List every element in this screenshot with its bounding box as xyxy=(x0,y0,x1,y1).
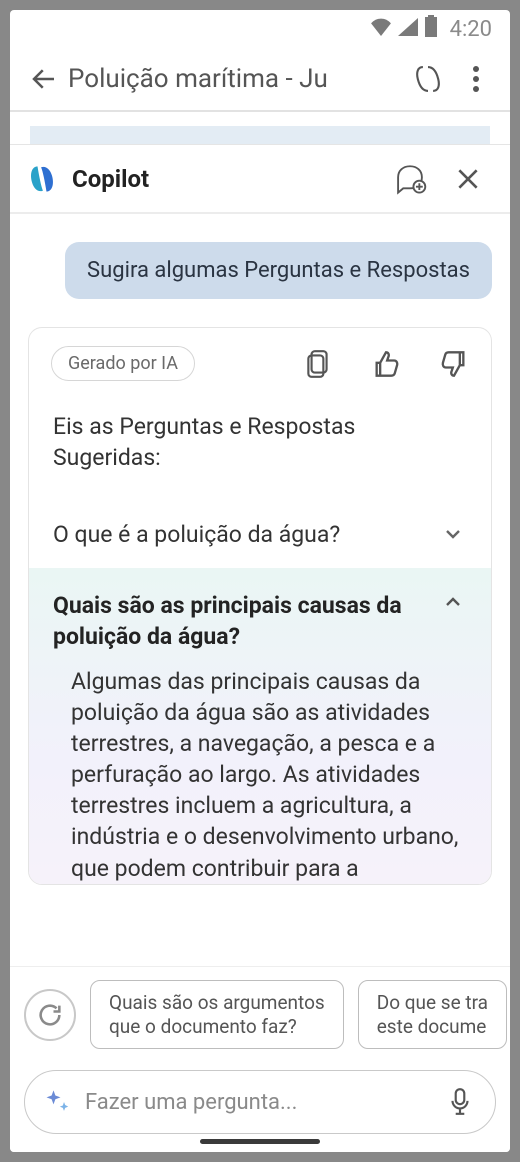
chat-scroll-area[interactable]: Sugira algumas Perguntas e Respostas Ger… xyxy=(10,214,510,966)
copilot-panel-title: Copilot xyxy=(72,165,376,193)
copilot-panel-header: Copilot xyxy=(10,144,510,214)
chevron-down-icon xyxy=(441,522,467,548)
thumbs-up-button[interactable] xyxy=(371,349,401,379)
app-header: Poluição marítima - Ju xyxy=(10,48,510,112)
microphone-button[interactable] xyxy=(447,1087,477,1117)
chat-input[interactable]: Fazer uma pergunta... xyxy=(24,1070,496,1134)
ai-generated-chip: Gerado por IA xyxy=(51,346,195,381)
qa-item-expanded: Quais são as principais causas da poluiç… xyxy=(29,568,491,883)
ai-intro-text: Eis as Perguntas e Respostas Sugeridas: xyxy=(53,411,467,473)
qa-expanded-header[interactable]: Quais são as principais causas da poluiç… xyxy=(53,590,467,652)
qa-question-text: O que é a poluição da água? xyxy=(53,519,340,550)
ai-card-toolbar: Gerado por IA xyxy=(29,328,491,393)
new-chat-button[interactable] xyxy=(386,155,434,203)
suggestion-row: Quais são os argumentos que o documento … xyxy=(10,966,510,1062)
battery-icon xyxy=(424,15,438,43)
qa-expanded-answer-text: Algumas das principais causas da poluiçã… xyxy=(53,666,467,883)
copy-button[interactable] xyxy=(303,349,333,379)
document-preview-sliver xyxy=(10,112,510,144)
chat-input-placeholder: Fazer uma pergunta... xyxy=(85,1090,433,1115)
suggestion-chip-1-line2: que o documento faz? xyxy=(109,1015,325,1039)
ai-card-body: Eis as Perguntas e Respostas Sugeridas: … xyxy=(29,393,491,884)
document-title: Poluição marítima - Ju xyxy=(68,64,404,94)
status-clock: 4:20 xyxy=(450,17,492,42)
cellular-icon xyxy=(398,17,418,42)
wifi-icon xyxy=(370,17,392,42)
overflow-menu-button[interactable] xyxy=(452,55,500,103)
thumbs-down-button[interactable] xyxy=(439,349,469,379)
device-frame: 4:20 Poluição marítima - Ju Copilot xyxy=(10,10,510,1152)
ai-response-card: Gerado por IA Eis as Perguntas e Respost… xyxy=(28,327,492,885)
suggestion-chip-1-line1: Quais são os argumentos xyxy=(109,991,325,1015)
status-bar: 4:20 xyxy=(10,10,510,48)
user-message-bubble: Sugira algumas Perguntas e Respostas xyxy=(65,242,492,299)
close-panel-button[interactable] xyxy=(444,155,492,203)
chevron-up-icon xyxy=(441,590,467,616)
document-selection-highlight xyxy=(30,126,490,144)
qa-item-collapsed[interactable]: O que é a poluição da água? xyxy=(53,501,467,568)
qa-expanded-question-text: Quais são as principais causas da poluiç… xyxy=(53,590,427,652)
copilot-logo-icon xyxy=(22,159,62,199)
back-button[interactable] xyxy=(20,55,68,103)
suggestion-chip-2[interactable]: Do que se tra este docume xyxy=(358,980,507,1050)
suggestion-chip-1[interactable]: Quais são os argumentos que o documento … xyxy=(90,980,344,1050)
sparkle-icon xyxy=(43,1088,71,1116)
refresh-suggestions-button[interactable] xyxy=(24,989,76,1041)
copilot-header-icon[interactable] xyxy=(404,55,452,103)
suggestion-chip-2-line1: Do que se tra xyxy=(377,991,488,1015)
home-indicator[interactable] xyxy=(200,1139,320,1144)
suggestion-chip-2-line2: este docume xyxy=(377,1015,488,1039)
